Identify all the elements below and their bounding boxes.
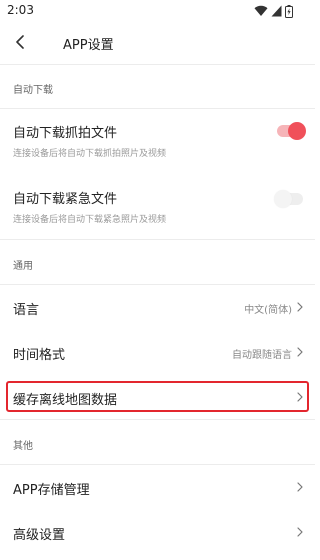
setting-row-advanced[interactable]: 高级设置 — [0, 510, 315, 554]
setting-title: 时间格式 — [13, 348, 66, 363]
status-time: 2:03 — [7, 3, 34, 17]
chevron-right-icon — [297, 302, 303, 312]
setting-row-time-format[interactable]: 时间格式 自动跟随语言 — [0, 329, 315, 374]
chevron-right-icon — [297, 347, 303, 357]
setting-subtitle: 连接设备后将自动下载抓拍照片及视频 — [13, 149, 167, 159]
chevron-right-icon — [297, 482, 303, 492]
section-header-general: 通用 — [0, 240, 315, 284]
section-header-auto-download: 自动下载 — [0, 64, 315, 108]
setting-subtitle: 连接设备后将自动下载紧急照片及视频 — [13, 215, 167, 225]
setting-title: 语言 — [13, 303, 40, 318]
setting-row-language[interactable]: 语言 中文(简体) — [0, 285, 315, 329]
setting-row-auto-download-snapshot: 自动下载抓拍文件 连接设备后将自动下载抓拍照片及视频 — [0, 108, 315, 173]
nav-bar: APP设置 — [0, 22, 315, 64]
setting-row-app-storage[interactable]: APP存储管理 — [0, 465, 315, 509]
setting-title: 自动下载抓拍文件 — [13, 126, 118, 141]
status-icons — [254, 4, 293, 18]
setting-title: 高级设置 — [13, 528, 66, 543]
back-button[interactable] — [8, 28, 32, 56]
cellular-signal-icon — [271, 5, 282, 17]
status-bar: 2:03 — [0, 0, 315, 22]
battery-icon — [285, 4, 293, 18]
toggle-knob — [274, 190, 292, 208]
setting-title: 自动下载紧急文件 — [13, 192, 118, 207]
chevron-left-icon — [16, 35, 24, 49]
setting-row-auto-download-emergency: 自动下载紧急文件 连接设备后将自动下载紧急照片及视频 — [0, 173, 315, 239]
wifi-icon — [254, 5, 268, 17]
emergency-toggle[interactable] — [274, 190, 303, 208]
setting-title: APP存储管理 — [13, 483, 90, 498]
section-title: 通用 — [13, 261, 33, 272]
chevron-right-icon — [297, 527, 303, 537]
section-header-other: 其他 — [0, 420, 315, 464]
page-title: APP设置 — [63, 38, 114, 53]
highlight-box — [6, 381, 309, 412]
snapshot-toggle[interactable] — [277, 122, 306, 140]
section-title: 其他 — [13, 441, 33, 452]
setting-value: 自动跟随语言 — [232, 350, 292, 361]
section-title: 自动下载 — [13, 85, 53, 96]
setting-value: 中文(简体) — [244, 305, 292, 316]
toggle-knob — [288, 122, 306, 140]
